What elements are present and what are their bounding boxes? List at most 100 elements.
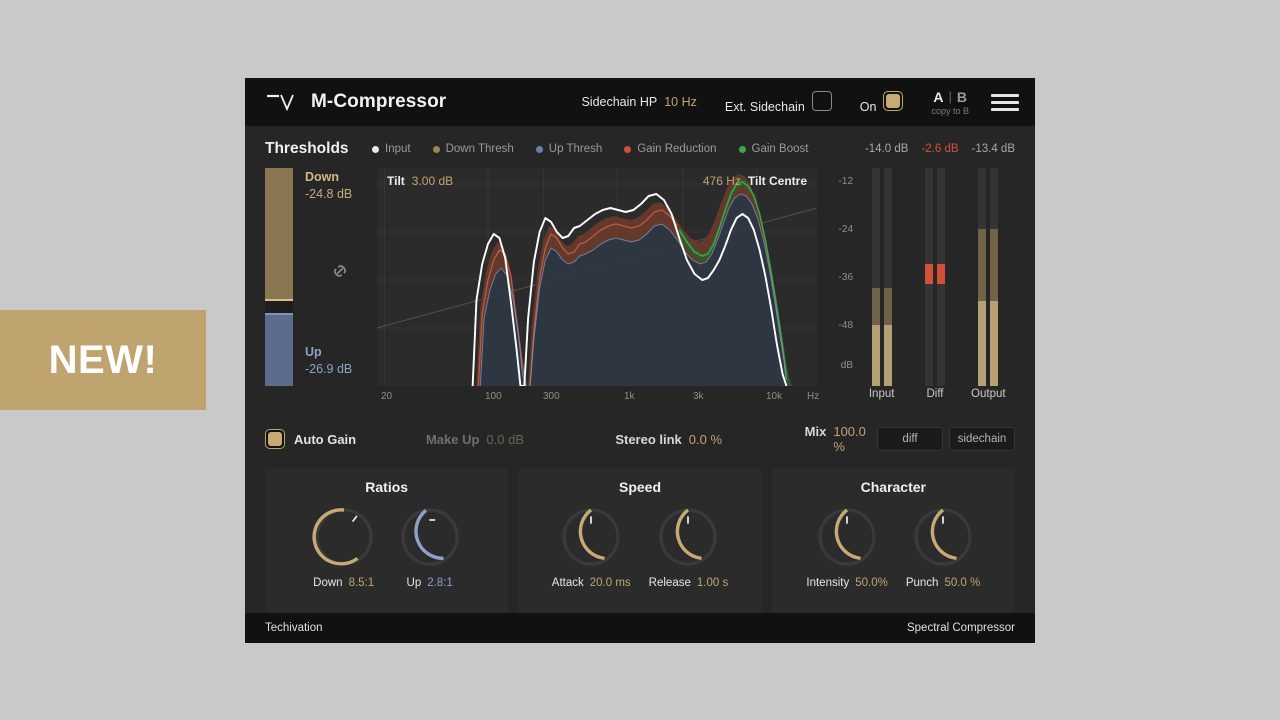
knob-value[interactable]: 8.5:1 (349, 577, 375, 589)
legend-label: Up Thresh (549, 143, 602, 155)
stereo-link-value[interactable]: 0.0 % (689, 432, 722, 447)
stereo-link-label: Stereo link (615, 432, 681, 447)
meter-label-input: Input (861, 388, 903, 412)
tilt-centre-value[interactable]: 476 Hz (703, 174, 741, 188)
legend-dot-icon (739, 146, 746, 153)
spectrum-curves (377, 168, 817, 386)
axis-row: 20 100 300 1k 3k 10k Hz Input Diff Outpu… (265, 388, 1015, 412)
down-threshold-slider[interactable] (265, 168, 293, 301)
up-threshold-slider[interactable] (265, 313, 293, 386)
up-threshold-value[interactable]: -26.9 dB (305, 362, 352, 376)
ab-slot-a[interactable]: A (933, 89, 943, 105)
auto-gain-control[interactable]: Auto Gain (265, 429, 426, 449)
power-on-checkbox[interactable] (883, 91, 903, 111)
knob-down-ratio[interactable]: Down 8.5:1 (310, 503, 378, 589)
knob-intensity[interactable]: Intensity 50.0% (806, 503, 887, 589)
knob-caption: Punch 50.0 % (906, 577, 980, 589)
legend-row: Thresholds Input Down Thresh Up Thresh G… (265, 136, 1015, 162)
meter-peak (872, 325, 880, 386)
ext-sidechain-checkbox[interactable] (812, 91, 832, 111)
tilt-control[interactable]: Tilt 3.00 dB (387, 174, 453, 188)
knob-dial[interactable] (813, 503, 881, 571)
legend-label: Input (385, 143, 411, 155)
thresholds-title: Thresholds (265, 140, 372, 158)
knob-dial[interactable] (396, 503, 464, 571)
power-on-control[interactable]: On (860, 91, 904, 114)
db-axis: -12 -24 -36 -48 dB (821, 168, 855, 386)
knob-caption: Down 8.5:1 (313, 577, 374, 589)
stereo-link-control[interactable]: Stereo link 0.0 % (615, 432, 804, 447)
legend-item-gain-reduction[interactable]: Gain Reduction (624, 143, 716, 155)
auto-gain-checkbox[interactable] (265, 429, 285, 449)
meter-channels (861, 168, 903, 386)
knob-punch[interactable]: Punch 50.0 % (906, 503, 980, 589)
knob-caption: Release 1.00 s (649, 577, 729, 589)
knob-label: Down (313, 577, 342, 589)
knob-release[interactable]: Release 1.00 s (649, 503, 729, 589)
legend-label: Gain Boost (752, 143, 809, 155)
sidechain-button[interactable]: sidechain (949, 427, 1015, 451)
plugin-window: M-Compressor Sidechain HP 10 Hz Ext. Sid… (245, 78, 1035, 643)
meter-bar-right (937, 168, 945, 386)
gain-controls-row: Auto Gain Make Up 0.0 dB Stereo link 0.0… (265, 422, 1015, 456)
knob-value[interactable]: 50.0 % (944, 577, 980, 589)
knob-dial[interactable] (310, 503, 378, 571)
plugin-footer: Techivation Spectral Compressor (245, 613, 1035, 643)
panel-character: Character Intensity 50.0% (772, 468, 1015, 613)
down-threshold-value[interactable]: -24.8 dB (305, 187, 352, 201)
freq-tick: 10k (766, 391, 782, 402)
threshold-slider-track[interactable] (265, 168, 293, 386)
legend-item-gain-boost[interactable]: Gain Boost (739, 143, 809, 155)
ab-slot-b[interactable]: B (957, 89, 967, 105)
link-chain-icon[interactable] (329, 260, 351, 282)
sidechain-hp-control[interactable]: Sidechain HP 10 Hz (581, 95, 696, 109)
make-up-value[interactable]: 0.0 dB (486, 432, 524, 447)
meter-fill (937, 264, 945, 284)
meter-input (861, 168, 903, 386)
make-up-control[interactable]: Make Up 0.0 dB (426, 432, 615, 447)
auto-gain-label: Auto Gain (294, 432, 356, 447)
legend-dot-icon (536, 146, 543, 153)
ab-row[interactable]: A | B (933, 89, 967, 105)
legend-label: Gain Reduction (637, 143, 716, 155)
tilt-value[interactable]: 3.00 dB (412, 174, 453, 188)
legend-item-up-thresh[interactable]: Up Thresh (536, 143, 602, 155)
sidechain-hp-value[interactable]: 10 Hz (664, 95, 697, 109)
knob-attack[interactable]: Attack 20.0 ms (552, 503, 631, 589)
meter-bar-left (978, 168, 986, 386)
mix-value[interactable]: 100.0 % (833, 424, 877, 454)
meter-peak (978, 301, 986, 386)
knob-dial[interactable] (654, 503, 722, 571)
legend-dot-icon (624, 146, 631, 153)
spectrum-analyzer[interactable]: Tilt 3.00 dB 476 Hz Tilt Centre (377, 168, 817, 386)
ab-compare[interactable]: A | B copy to B (931, 89, 969, 116)
knob-up-ratio[interactable]: Up 2.8:1 (396, 503, 464, 589)
tilt-centre-control[interactable]: 476 Hz Tilt Centre (703, 174, 807, 188)
knob-row: Intensity 50.0% Punch 50.0 % (806, 503, 980, 589)
diff-button[interactable]: diff (877, 427, 943, 451)
knob-dial[interactable] (557, 503, 625, 571)
hamburger-menu-icon[interactable] (991, 94, 1019, 111)
plugin-body: Thresholds Input Down Thresh Up Thresh G… (245, 126, 1035, 613)
meter-readouts: -14.0 dB -2.6 dB -13.4 dB (865, 143, 1015, 155)
ab-copy-to-b[interactable]: copy to B (931, 106, 969, 116)
down-threshold-label: Down (305, 170, 352, 184)
mix-control[interactable]: Mix 100.0 % (805, 424, 877, 454)
knob-value[interactable]: 2.8:1 (427, 577, 453, 589)
ext-sidechain-control[interactable]: Ext. Sidechain (725, 91, 832, 114)
legend-item-input[interactable]: Input (372, 143, 411, 155)
knob-caption: Up 2.8:1 (407, 577, 453, 589)
ab-separator: | (949, 89, 952, 104)
knob-value[interactable]: 50.0% (855, 577, 888, 589)
plot-header: Tilt 3.00 dB 476 Hz Tilt Centre (377, 168, 817, 194)
freq-axis-unit: Hz (807, 391, 819, 402)
knob-value[interactable]: 20.0 ms (590, 577, 631, 589)
frequency-axis: 20 100 300 1k 3k 10k Hz (377, 388, 817, 412)
db-tick: -48 (839, 320, 853, 331)
knob-caption: Intensity 50.0% (806, 577, 887, 589)
knob-value[interactable]: 1.00 s (697, 577, 728, 589)
knob-caption: Attack 20.0 ms (552, 577, 631, 589)
knob-dial[interactable] (909, 503, 977, 571)
legend-item-down-thresh[interactable]: Down Thresh (433, 143, 514, 155)
legend-label: Down Thresh (446, 143, 514, 155)
